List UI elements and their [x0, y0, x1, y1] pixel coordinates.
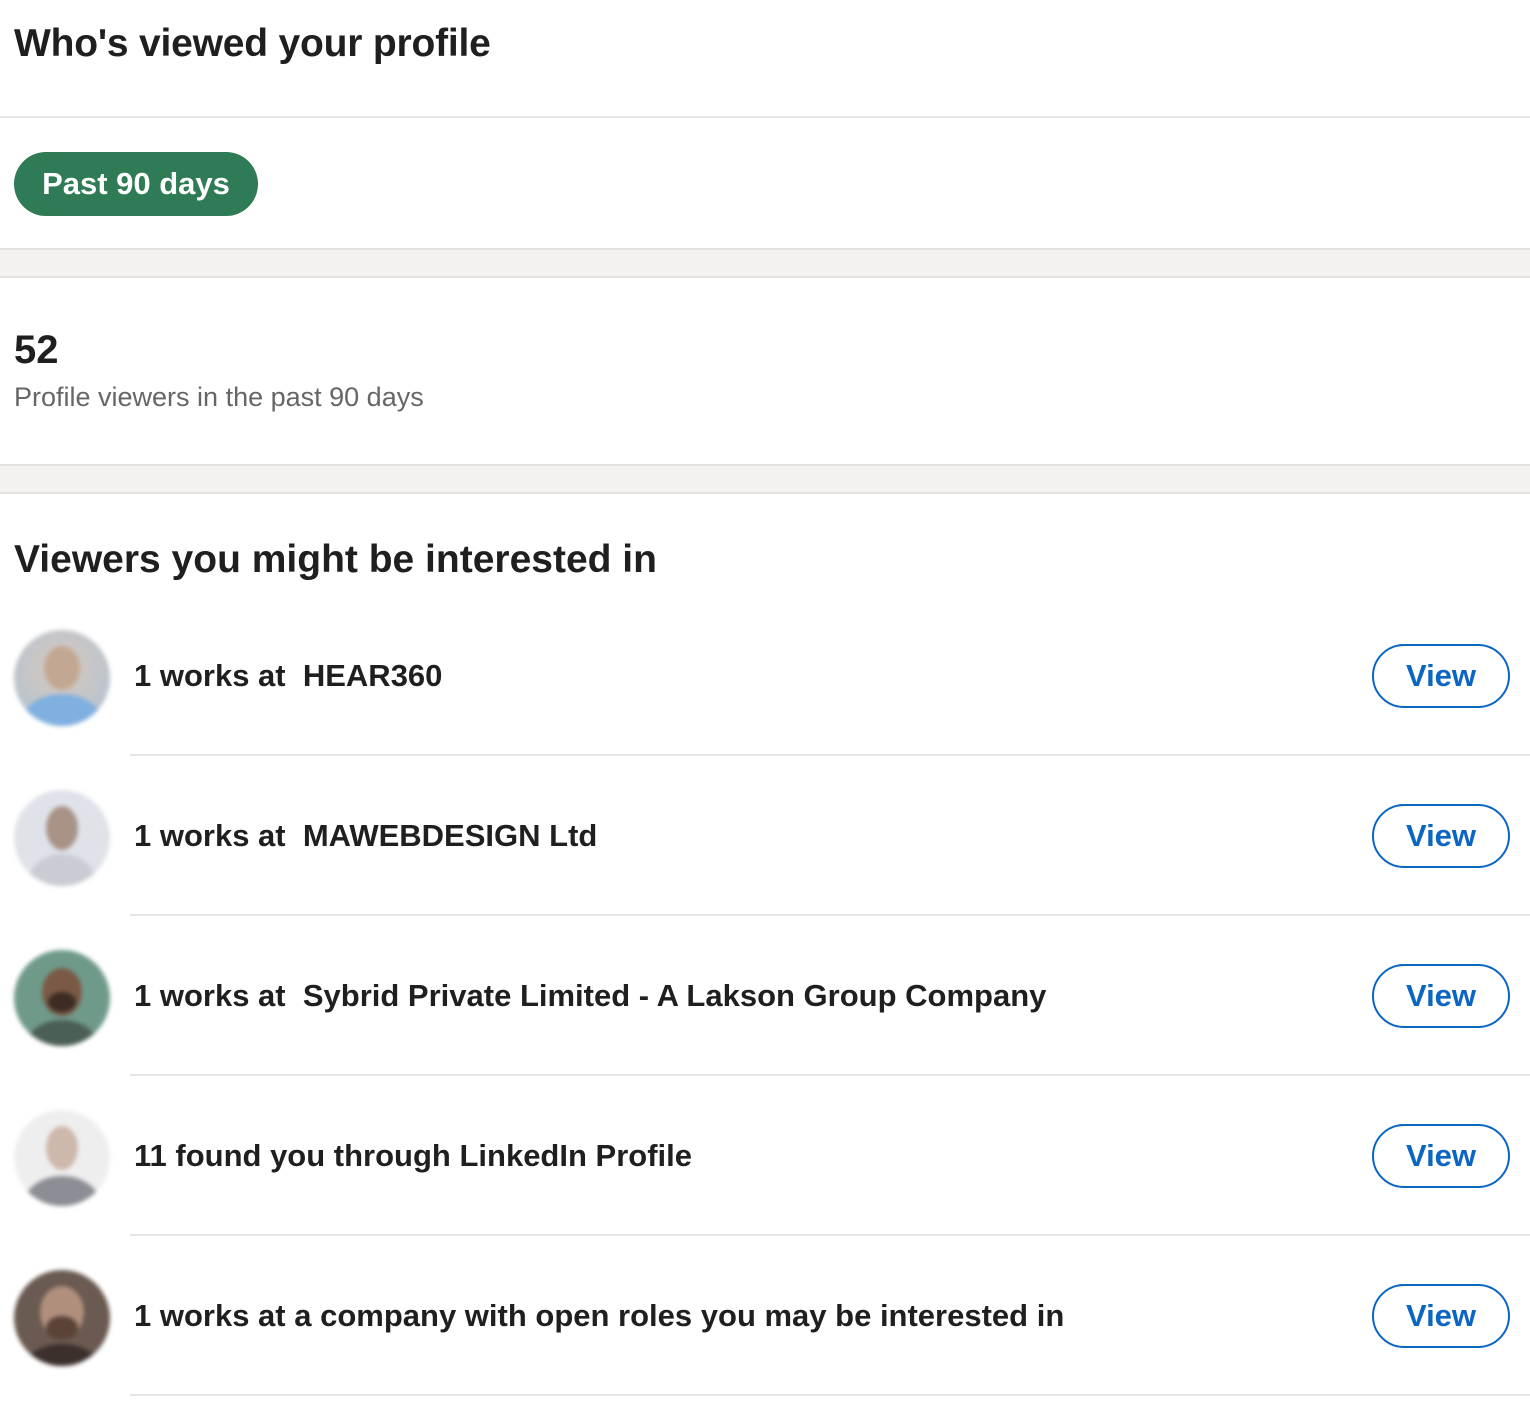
list-item[interactable]: 1 works at MAWEBDESIGN Ltd View: [0, 788, 1530, 948]
avatar[interactable]: [14, 950, 110, 1046]
viewer-description: 1 works at a company with open roles you…: [134, 1298, 1065, 1333]
viewers-list: 1 works at HEAR360 View 1 works at MAWEB…: [0, 628, 1530, 1428]
row-divider: [130, 1394, 1530, 1396]
view-button[interactable]: View: [1372, 964, 1510, 1028]
section-title: Viewers you might be interested in: [14, 538, 657, 581]
viewer-count-label: Profile viewers in the past 90 days: [14, 382, 424, 412]
section-separator: [0, 248, 1530, 278]
row-divider: [130, 914, 1530, 916]
view-button[interactable]: View: [1372, 644, 1510, 708]
viewer-description: 11 found you through LinkedIn Profile: [134, 1138, 692, 1173]
viewer-stats: 52 Profile viewers in the past 90 days: [0, 278, 1530, 464]
row-divider: [130, 754, 1530, 756]
view-button[interactable]: View: [1372, 1284, 1510, 1348]
row-divider: [130, 1074, 1530, 1076]
list-item[interactable]: 1 works at Sybrid Private Limited - A La…: [0, 948, 1530, 1108]
list-item[interactable]: 1 works at a company with open roles you…: [0, 1268, 1530, 1428]
page-header: Who's viewed your profile: [0, 0, 1530, 118]
viewer-count: 52: [14, 328, 59, 372]
viewer-description: 1 works at Sybrid Private Limited - A La…: [134, 978, 1047, 1013]
section-separator: [0, 464, 1530, 494]
view-button[interactable]: View: [1372, 804, 1510, 868]
list-item[interactable]: 1 works at HEAR360 View: [0, 628, 1530, 788]
time-range-filter-button[interactable]: Past 90 days: [14, 152, 258, 216]
page-title: Who's viewed your profile: [14, 22, 491, 65]
avatar[interactable]: [14, 790, 110, 886]
viewer-description: 1 works at MAWEBDESIGN Ltd: [134, 818, 598, 853]
row-divider: [130, 1234, 1530, 1236]
filter-bar: Past 90 days: [0, 118, 1530, 248]
avatar[interactable]: [14, 1270, 110, 1366]
avatar[interactable]: [14, 630, 110, 726]
list-item[interactable]: 11 found you through LinkedIn Profile Vi…: [0, 1108, 1530, 1268]
viewer-description: 1 works at HEAR360: [134, 658, 443, 693]
avatar[interactable]: [14, 1110, 110, 1206]
view-button[interactable]: View: [1372, 1124, 1510, 1188]
